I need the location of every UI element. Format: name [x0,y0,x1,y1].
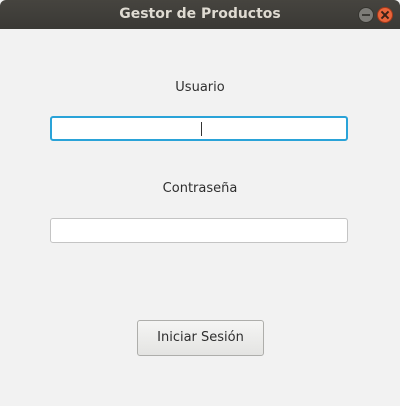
password-field[interactable] [50,218,348,243]
username-field[interactable] [50,116,348,141]
minimize-icon[interactable] [358,7,374,23]
password-label: Contraseña [162,181,238,196]
close-icon[interactable] [377,7,393,23]
title-bar[interactable]: Gestor de Productos [0,0,400,29]
username-label: Usuario [175,80,225,95]
window-title: Gestor de Productos [119,6,281,22]
text-caret [201,122,202,136]
login-button[interactable]: Iniciar Sesión [137,320,264,356]
app-window: Gestor de Productos Usuario Contraseña I… [0,0,400,406]
